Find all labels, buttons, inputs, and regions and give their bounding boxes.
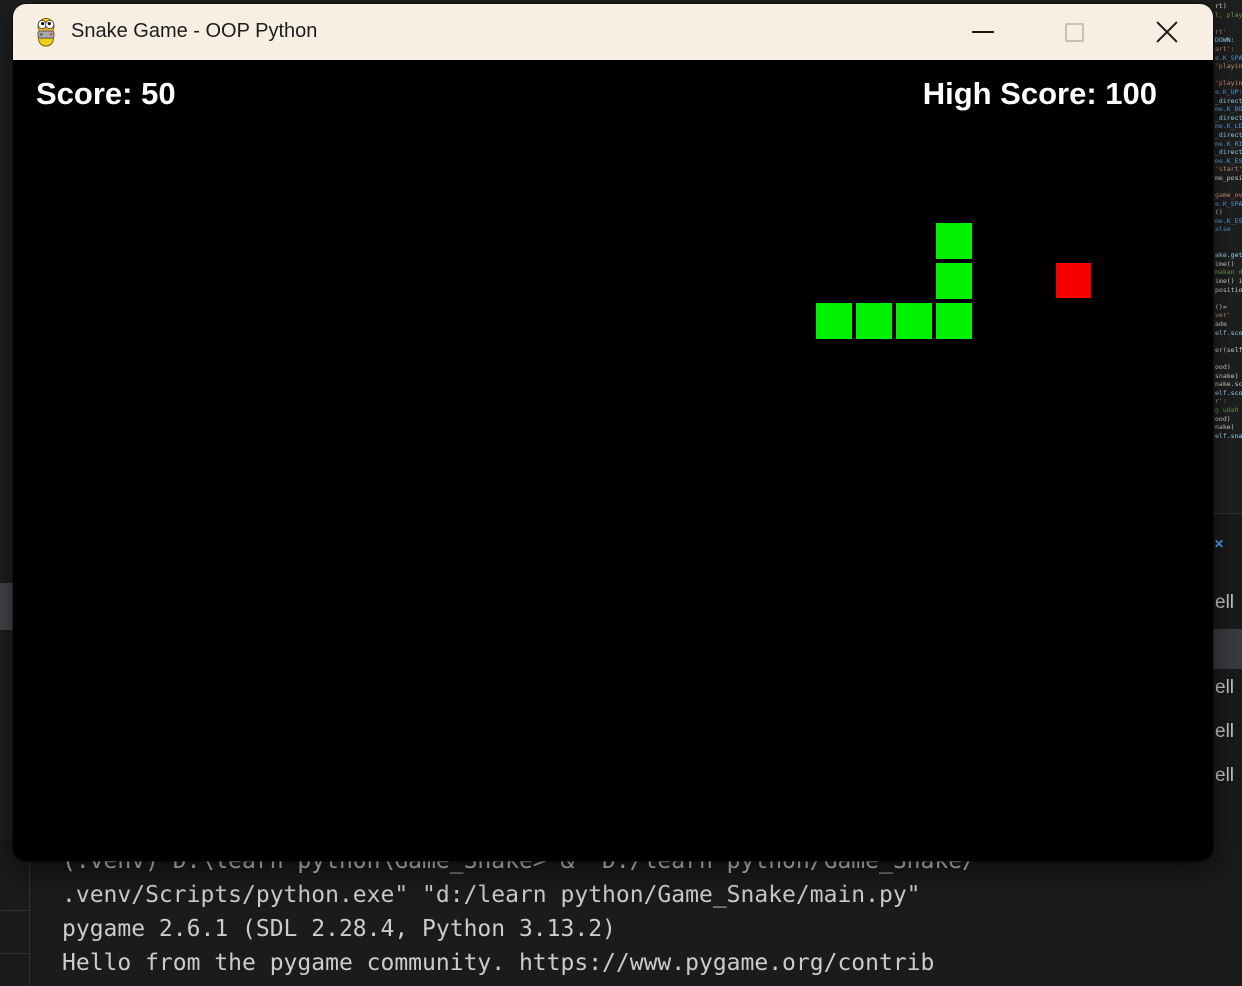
code-line: ade (1215, 320, 1242, 329)
vscode-right-edge: rt)l, playing, g rt'DOWN:art':e.K_SPACE:… (1213, 0, 1242, 986)
code-line: game_over': (1215, 191, 1242, 200)
pygame-snake-icon (31, 17, 61, 47)
code-line: elf.score_no (1215, 329, 1242, 338)
snake-game-window: Snake Game - OOP Python Score: 50 High S… (13, 4, 1213, 861)
code-line: e.K_UP: (1215, 88, 1242, 97)
code-line: r': (1215, 397, 1242, 406)
snake-segment (896, 303, 932, 339)
code-line: g udah noti (1215, 406, 1242, 415)
minimize-icon (972, 31, 994, 33)
code-line: me.K_LEFT: (1215, 122, 1242, 131)
code-line: DOWN: (1215, 36, 1242, 45)
score-text: Score: 50 (36, 76, 176, 112)
terminal-session-item[interactable]: ell (1215, 721, 1234, 743)
code-line: me_position() (1215, 174, 1242, 183)
code-line: elf.score_no (1215, 389, 1242, 398)
window-titlebar[interactable]: Snake Game - OOP Python (13, 4, 1213, 60)
close-button[interactable] (1144, 12, 1190, 52)
code-line: art': (1215, 45, 1242, 54)
code-editor-sliver[interactable]: rt)l, playing, g rt'DOWN:art':e.K_SPACE:… (1215, 2, 1242, 513)
code-line: () (1215, 208, 1242, 217)
maximize-button[interactable] (1051, 12, 1097, 52)
minimize-button[interactable] (960, 12, 1006, 52)
code-line: alse (1215, 225, 1242, 234)
food-block (1056, 263, 1091, 298)
code-line: snake) (1215, 372, 1242, 381)
vscode-left-edge (0, 0, 13, 986)
code-line: e.K_SPACE: (1215, 54, 1242, 63)
code-line: me.K_ESCAPE: (1215, 217, 1242, 226)
code-line: nake.score) (1215, 380, 1242, 389)
code-line: e.K_SPACE: (1215, 200, 1242, 209)
terminal-line: pygame 2.6.1 (SDL 2.28.4, Python 3.13.2) (62, 912, 1212, 946)
snake-segment (856, 303, 892, 339)
code-line: nake) (1215, 423, 1242, 432)
snake-segment (936, 263, 972, 299)
terminal-line: Hello from the pygame community. https:/… (62, 946, 1212, 980)
snake-segment (936, 223, 972, 259)
terminal-session-item[interactable]: ell (1215, 765, 1234, 787)
code-line (1215, 294, 1242, 303)
code-line (1215, 182, 1242, 191)
code-line: ver' (1215, 311, 1242, 320)
code-line: er(self.score_ (1215, 346, 1242, 355)
code-line: me.K_ESCAPE: (1215, 157, 1242, 166)
code-line: me.K_DOWN: (1215, 105, 1242, 114)
terminal-action-icon[interactable]: ✕ (1214, 537, 1224, 551)
code-line (1215, 19, 1242, 28)
terminal-session-item[interactable]: ell (1215, 592, 1234, 614)
code-line: 'playing' (1215, 62, 1242, 71)
game-canvas: Score: 50 High Score: 100 (13, 60, 1213, 861)
code-line: ime() in self (1215, 277, 1242, 286)
code-line: ood) (1215, 415, 1242, 424)
terminal-panel-sliver: ✕ ell ell ell ell (1213, 513, 1242, 986)
divider (0, 910, 29, 911)
code-line (1215, 243, 1242, 252)
maximize-icon (1065, 23, 1084, 42)
high-score-text: High Score: 100 (923, 76, 1157, 112)
code-line: 'playing': (1215, 79, 1242, 88)
terminal-line: .venv/Scripts/python.exe" "d:/learn pyth… (62, 878, 1212, 912)
code-line: ake.get_head_ (1215, 251, 1242, 260)
terminal-output[interactable]: (.venv) D:\learn python\Game_Snake> & "D… (62, 844, 1212, 986)
code-line: _direction(32 (1215, 131, 1242, 140)
terminal-gutter (0, 840, 30, 986)
code-line: _direction(32 (1215, 97, 1242, 106)
scrollbar-thumb[interactable] (0, 583, 13, 630)
code-line: makan di tab (1215, 268, 1242, 277)
code-line (1215, 337, 1242, 346)
code-line (1215, 71, 1242, 80)
code-line: ime() (1215, 260, 1242, 269)
code-line (1215, 354, 1242, 363)
code-line: _direction(32 (1215, 148, 1242, 157)
terminal-session-item[interactable]: ell (1215, 677, 1234, 699)
terminal-list-selected-row[interactable] (1213, 629, 1242, 669)
code-line: rt) (1215, 2, 1242, 11)
close-icon (1155, 20, 1179, 44)
terminal-line: ute.html (62, 980, 1212, 986)
code-line: l, playing, g (1215, 11, 1242, 20)
code-line: 'start' (1215, 165, 1242, 174)
snake-segment (936, 303, 972, 339)
code-line: ood) (1215, 363, 1242, 372)
code-line: ()= (1215, 303, 1242, 312)
snake-segment (816, 303, 852, 339)
code-line: _direction(32 (1215, 114, 1242, 123)
terminal-panel[interactable]: (.venv) D:\learn python\Game_Snake> & "D… (0, 840, 1213, 986)
code-line: position() (1215, 286, 1242, 295)
code-line: elf.snake.sco (1215, 432, 1242, 441)
code-line: rt' (1215, 28, 1242, 37)
window-title: Snake Game - OOP Python (71, 20, 317, 43)
code-line (1215, 234, 1242, 243)
code-line: me.K_RIGHT: (1215, 140, 1242, 149)
divider (0, 953, 29, 954)
